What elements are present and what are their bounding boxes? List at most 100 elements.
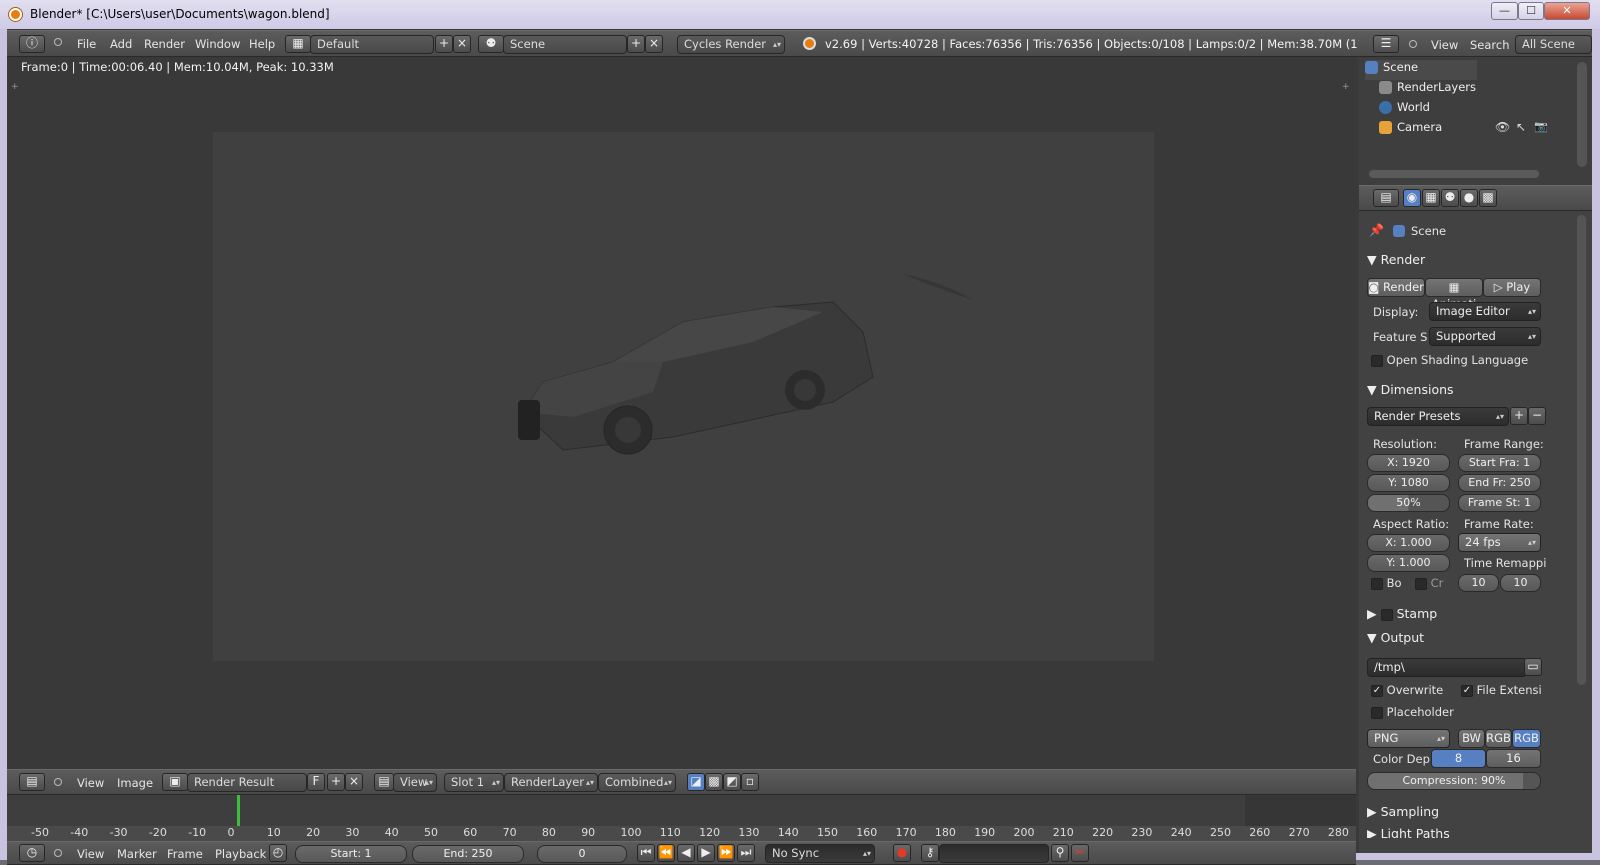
remove-layout-icon[interactable]: × <box>453 35 471 53</box>
menu-playback[interactable]: Playback <box>215 847 266 861</box>
compression-slider[interactable]: Compression: 90% <box>1367 772 1541 790</box>
play-reverse-icon[interactable]: ◀ <box>677 844 695 862</box>
render-pass-select[interactable]: Combined ▴▾ <box>598 773 676 792</box>
outliner-item-scene[interactable]: Scene <box>1365 60 1477 80</box>
image-browse-icon[interactable]: ▣ <box>162 773 188 791</box>
scene-field[interactable]: Scene <box>503 35 627 54</box>
play-animation-button[interactable]: ▷ Play <box>1483 278 1541 297</box>
jump-end-icon[interactable]: ⏭ <box>737 844 755 862</box>
keying-set-icon[interactable]: ⚷ <box>921 844 939 862</box>
color-depth-8[interactable]: 8 <box>1431 749 1486 768</box>
texture-context-icon[interactable]: ▩ <box>1479 189 1497 207</box>
scene-context-icon[interactable]: ⚉ <box>1441 189 1459 207</box>
renderable-camera-icon[interactable]: 📷 <box>1534 120 1548 133</box>
output-path-field[interactable]: /tmp\ <box>1367 658 1527 677</box>
menu-frame[interactable]: Frame <box>167 847 203 861</box>
new-image-icon[interactable]: + <box>327 773 345 791</box>
menu-render[interactable]: Render <box>144 37 185 51</box>
outliner-item-world[interactable]: World <box>1379 100 1569 120</box>
close-button[interactable]: ✕ <box>1544 2 1590 20</box>
record-icon[interactable]: ● <box>893 844 911 862</box>
keying-set-field[interactable] <box>939 844 1049 863</box>
feature-set-select[interactable]: Supported ▴▾ <box>1429 327 1541 346</box>
menu-window[interactable]: Window <box>195 37 240 51</box>
editor-type-image-icon[interactable]: ▤ <box>19 773 45 791</box>
render-animation-button[interactable]: ▦ Animati <box>1425 278 1483 311</box>
menu-marker[interactable]: Marker <box>117 847 157 861</box>
timeline-area[interactable] <box>7 795 1356 826</box>
selectable-cursor-icon[interactable]: ↖ <box>1516 120 1526 134</box>
render-layer-select[interactable]: RenderLayer ▴▾ <box>504 773 598 792</box>
color-mode-bw[interactable]: BW <box>1458 729 1485 748</box>
insert-keyframe-icon[interactable]: ⚲ <box>1051 844 1069 862</box>
outliner-v-scrollbar[interactable] <box>1577 62 1587 167</box>
current-frame-field[interactable]: 0 <box>537 845 627 863</box>
timeline-ruler[interactable]: -50 -40 -30 -20 -10 0 10 20 30 40 50 60 70 80 90 100 110… <box>7 826 1356 842</box>
collapse-menu-icon[interactable] <box>54 778 62 786</box>
placeholder-checkbox[interactable]: Placeholder <box>1371 705 1454 719</box>
file-browse-icon[interactable]: ▭ <box>1524 658 1542 676</box>
add-layout-icon[interactable]: + <box>435 35 453 53</box>
preview-range-icon[interactable]: ◴ <box>269 844 287 862</box>
display-select[interactable]: Image Editor ▴▾ <box>1429 302 1541 321</box>
screen-layout-field[interactable]: Default <box>310 35 434 54</box>
aspect-y-field[interactable]: Y: 1.000 <box>1367 554 1450 572</box>
unlink-image-icon[interactable]: × <box>345 773 363 791</box>
light-paths-panel-header[interactable]: ▶ Light Paths <box>1367 826 1547 838</box>
corner-marker-tl[interactable]: + <box>11 82 19 92</box>
frame-rate-select[interactable]: 24 fps ▴▾ <box>1458 533 1541 552</box>
collapse-menu-icon[interactable] <box>1409 40 1417 48</box>
editor-type-info-icon[interactable]: ⓘ <box>19 35 45 53</box>
color-depth-16[interactable]: 16 <box>1486 749 1541 768</box>
visibility-eye-icon[interactable]: 👁 <box>1495 120 1510 134</box>
draw-rgb-icon[interactable]: ◪ <box>687 773 705 791</box>
start-frame-field[interactable]: Start Fra: 1 <box>1458 454 1541 472</box>
resolution-percent-slider[interactable]: 50% <box>1367 494 1450 512</box>
next-keyframe-icon[interactable]: ⏩ <box>717 844 735 862</box>
menu-view[interactable]: View <box>77 847 104 861</box>
properties-scrollbar[interactable] <box>1577 215 1586 685</box>
view-mode-icon[interactable]: ▤ <box>374 773 394 791</box>
render-engine-select[interactable]: Cycles Render ▴▾ <box>677 35 785 54</box>
menu-view[interactable]: View <box>77 776 104 790</box>
play-icon[interactable]: ▶ <box>697 844 715 862</box>
dimensions-panel-header[interactable]: ▼ Dimensions <box>1367 382 1547 402</box>
stamp-panel-header[interactable]: ▶ Stamp <box>1367 606 1547 626</box>
display-mode-select[interactable]: All Scene <box>1515 35 1592 54</box>
menu-image[interactable]: Image <box>117 776 153 790</box>
end-frame-field[interactable]: End: 250 <box>412 845 524 863</box>
draw-channels-icon[interactable]: ▫ <box>741 773 759 791</box>
slot-select[interactable]: Slot 1 ▴▾ <box>444 773 504 792</box>
image-viewport[interactable]: Frame:0 | Time:00:06.40 | Mem:10.04M, Pe… <box>9 57 1356 769</box>
remove-preset-icon[interactable]: − <box>1528 407 1546 425</box>
time-remap-old-field[interactable]: 10 <box>1458 574 1499 592</box>
crop-checkbox[interactable]: Cr <box>1415 576 1443 590</box>
border-checkbox[interactable]: Bo <box>1371 576 1402 590</box>
sync-select[interactable]: No Sync ▴▾ <box>765 844 875 863</box>
outliner-h-scrollbar[interactable] <box>1369 170 1539 178</box>
remove-scene-icon[interactable]: × <box>645 35 663 53</box>
fake-user-button[interactable]: F <box>307 773 325 791</box>
editor-type-properties-icon[interactable]: ▤ <box>1373 189 1399 207</box>
draw-alpha-icon[interactable]: ▩ <box>705 773 723 791</box>
collapse-menu-icon[interactable] <box>54 849 62 857</box>
collapse-menu-icon[interactable] <box>54 38 62 46</box>
corner-marker-tr[interactable]: + <box>1342 82 1350 92</box>
frame-step-field[interactable]: Frame St: 1 <box>1458 494 1541 512</box>
output-panel-header[interactable]: ▼ Output <box>1367 630 1547 650</box>
resolution-x-field[interactable]: X: 1920 <box>1367 454 1450 472</box>
world-context-icon[interactable]: ● <box>1460 189 1478 207</box>
menu-search[interactable]: Search <box>1470 38 1510 52</box>
screen-layout-icon[interactable]: ▦ <box>285 35 311 53</box>
render-panel-header[interactable]: ▼ Render <box>1367 252 1547 272</box>
add-preset-icon[interactable]: + <box>1510 407 1528 425</box>
delete-keyframe-icon[interactable]: ✂ <box>1071 844 1089 862</box>
outliner-item-renderlayers[interactable]: RenderLayers <box>1379 80 1569 100</box>
render-presets-select[interactable]: Render Presets ▴▾ <box>1367 407 1509 426</box>
add-scene-icon[interactable]: + <box>627 35 645 53</box>
menu-file[interactable]: File <box>77 37 96 51</box>
menu-add[interactable]: Add <box>110 37 132 51</box>
color-mode-rgba[interactable]: RGB <box>1512 729 1541 748</box>
sampling-panel-header[interactable]: ▶ Sampling <box>1367 804 1547 824</box>
menu-view[interactable]: View <box>1431 38 1458 52</box>
